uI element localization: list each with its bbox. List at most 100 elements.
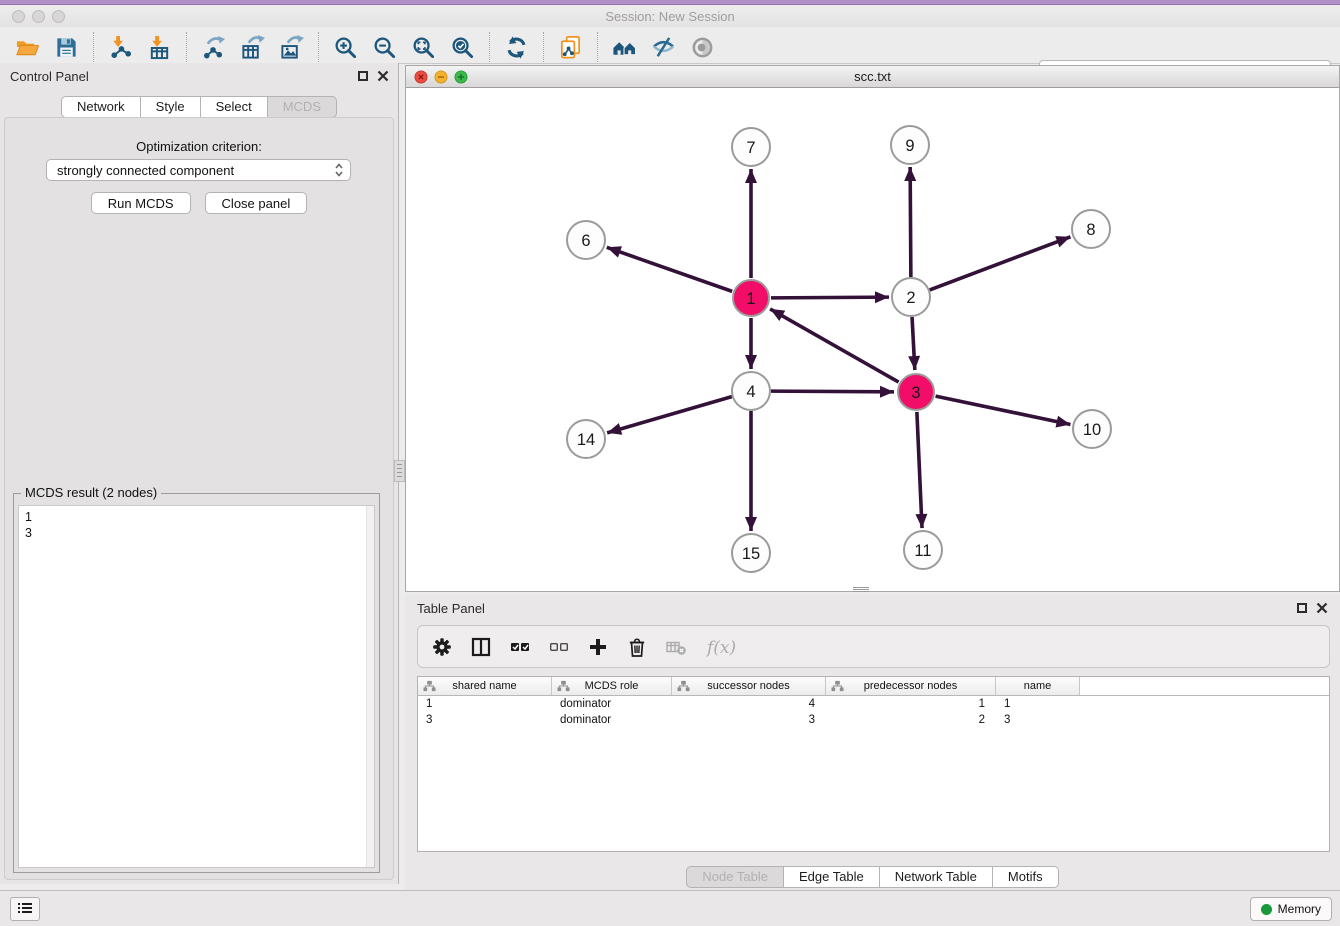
table-divider-grip[interactable]	[853, 586, 869, 593]
svg-text:f(x): f(x)	[705, 638, 736, 658]
toolbar-separator	[543, 32, 544, 62]
close-panel-button[interactable]: Close panel	[205, 192, 308, 214]
hide-selected-icon[interactable]	[651, 35, 676, 60]
control-panel-tabs: NetworkStyleSelectMCDS	[0, 96, 398, 118]
import-network-icon[interactable]	[108, 35, 133, 60]
graph-edge-2-8[interactable]	[930, 237, 1071, 290]
graph-node-15[interactable]: 15	[732, 534, 770, 572]
graph-edge-4-3[interactable]	[771, 391, 894, 392]
table-panel: Table Panel f(x) shared nameMCDS rolesuc…	[405, 595, 1340, 890]
deselect-all-icon[interactable]	[548, 636, 570, 658]
node-table-header: shared nameMCDS rolesuccessor nodesprede…	[418, 677, 1329, 696]
table-cell[interactable]: dominator	[552, 712, 672, 728]
column-header-predecessor-nodes[interactable]: predecessor nodes	[826, 677, 996, 695]
result-item[interactable]: 1	[25, 509, 374, 525]
delete-column-icon[interactable]	[626, 636, 648, 658]
tab-network-table[interactable]: Network Table	[880, 866, 993, 888]
network-graph: 7 9 6 8 1 2 4 3 14 10 15 11	[406, 89, 1339, 591]
close-panel-icon[interactable]	[377, 70, 389, 82]
add-column-icon[interactable]	[587, 636, 609, 658]
gear-icon[interactable]	[431, 636, 453, 658]
save-session-icon[interactable]	[54, 35, 79, 60]
column-header-mcds-role[interactable]: MCDS role	[552, 677, 672, 695]
tab-motifs[interactable]: Motifs	[993, 866, 1059, 888]
graph-edge-2-9[interactable]	[910, 167, 911, 277]
main-toolbar-icons	[8, 32, 722, 62]
first-neighbors-icon[interactable]	[612, 35, 637, 60]
zoom-fit-icon[interactable]	[411, 35, 436, 60]
float-table-panel-icon[interactable]	[1297, 603, 1307, 613]
graph-node-14[interactable]: 14	[567, 420, 605, 458]
optimization-criterion-label: Optimization criterion:	[5, 139, 393, 154]
tab-select[interactable]: Select	[201, 96, 268, 118]
graph-edge-4-14[interactable]	[607, 397, 732, 433]
graph-edge-1-6[interactable]	[607, 247, 732, 291]
result-item[interactable]: 3	[25, 525, 374, 541]
table-cell[interactable]: 2	[826, 712, 996, 728]
select-all-icon[interactable]	[509, 636, 531, 658]
graph-node-2[interactable]: 2	[892, 278, 930, 316]
graph-node-6[interactable]: 6	[567, 221, 605, 259]
result-list-scrollbar[interactable]	[366, 506, 374, 867]
graph-edge-3-10[interactable]	[936, 396, 1071, 424]
float-panel-icon[interactable]	[358, 71, 368, 81]
table-cell[interactable]: 3	[418, 712, 552, 728]
tab-node-table[interactable]: Node Table	[686, 866, 784, 888]
tab-network[interactable]: Network	[61, 96, 141, 118]
export-table-icon[interactable]	[240, 35, 265, 60]
graph-node-8[interactable]: 8	[1072, 210, 1110, 248]
run-mcds-button[interactable]: Run MCDS	[91, 192, 191, 214]
table-cell[interactable]: 1	[418, 696, 552, 712]
column-header-successor-nodes[interactable]: successor nodes	[672, 677, 826, 695]
memory-status-dot	[1261, 904, 1272, 915]
tab-mcds[interactable]: MCDS	[268, 96, 337, 118]
graph-node-3[interactable]: 3	[898, 374, 934, 410]
table-cell[interactable]: dominator	[552, 696, 672, 712]
table-cell[interactable]: 4	[672, 696, 826, 712]
graph-edge-2-3[interactable]	[912, 317, 915, 370]
open-session-icon[interactable]	[15, 35, 40, 60]
network-canvas[interactable]: 7 9 6 8 1 2 4 3 14 10 15 11	[406, 89, 1339, 591]
graph-edge-1-2[interactable]	[771, 297, 889, 298]
show-all-icon[interactable]	[690, 35, 715, 60]
mcds-button-row: Run MCDS Close panel	[5, 192, 393, 214]
panel-divider-grip[interactable]	[394, 460, 405, 482]
zoom-selected-icon[interactable]	[450, 35, 475, 60]
zoom-in-icon[interactable]	[333, 35, 358, 60]
refresh-network-icon[interactable]	[504, 35, 529, 60]
graph-edge-3-1[interactable]	[770, 309, 899, 382]
zoom-out-icon[interactable]	[372, 35, 397, 60]
delete-table-icon	[665, 636, 687, 658]
mcds-result-list[interactable]: 13	[18, 505, 375, 868]
export-network-icon[interactable]	[201, 35, 226, 60]
graph-node-9[interactable]: 9	[891, 126, 929, 164]
clone-network-icon[interactable]	[558, 35, 583, 60]
toolbar-separator	[597, 32, 598, 62]
svg-text:7: 7	[746, 139, 755, 157]
table-row[interactable]: 1dominator411	[418, 696, 1329, 712]
columns-icon[interactable]	[470, 636, 492, 658]
control-panel-title: Control Panel	[10, 69, 89, 84]
tab-edge-table[interactable]: Edge Table	[784, 866, 880, 888]
table-cell[interactable]: 1	[826, 696, 996, 712]
graph-node-7[interactable]: 7	[732, 128, 770, 166]
memory-button[interactable]: Memory	[1250, 897, 1332, 921]
graph-node-11[interactable]: 11	[904, 531, 942, 569]
task-history-button[interactable]	[10, 897, 40, 921]
column-header-shared-name[interactable]: shared name	[418, 677, 552, 695]
criterion-select[interactable]: strongly connected component	[46, 159, 351, 181]
graph-edge-3-11[interactable]	[917, 412, 922, 528]
table-cell[interactable]: 1	[996, 696, 1080, 712]
close-table-panel-icon[interactable]	[1316, 602, 1328, 614]
graph-node-1[interactable]: 1	[733, 280, 769, 316]
graph-node-10[interactable]: 10	[1073, 410, 1111, 448]
export-image-icon[interactable]	[279, 35, 304, 60]
column-header-name[interactable]: name	[996, 677, 1080, 695]
table-row[interactable]: 3dominator323	[418, 712, 1329, 728]
table-cell[interactable]: 3	[672, 712, 826, 728]
import-table-icon[interactable]	[147, 35, 172, 60]
graph-node-4[interactable]: 4	[732, 372, 770, 410]
svg-text:2: 2	[906, 289, 915, 307]
tab-style[interactable]: Style	[141, 96, 201, 118]
table-cell[interactable]: 3	[996, 712, 1080, 728]
